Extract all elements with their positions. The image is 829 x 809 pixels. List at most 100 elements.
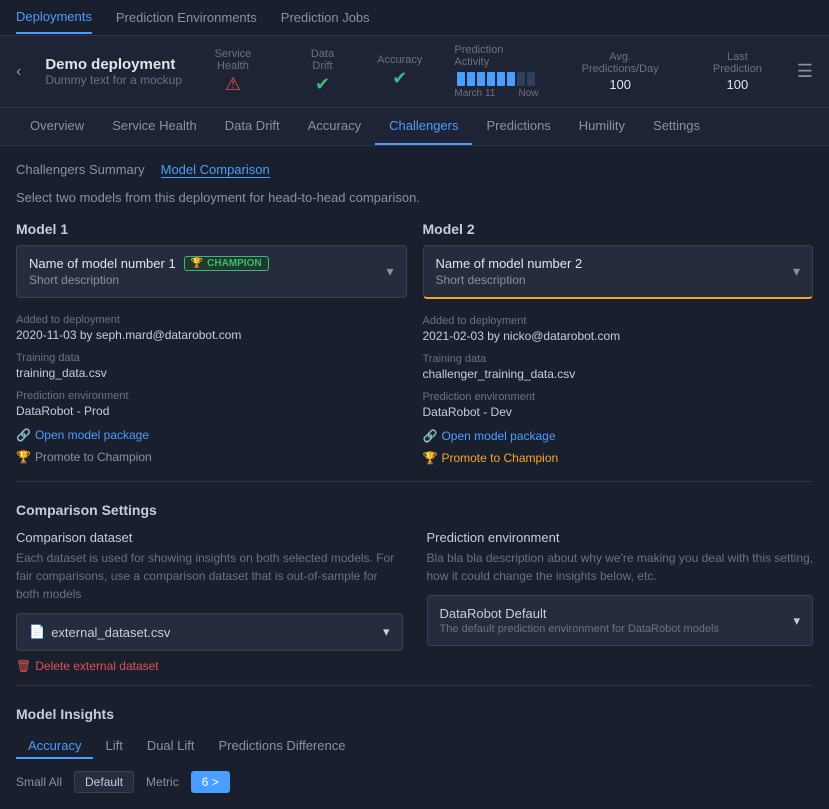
data-drift-metric: Data Drift ✔ xyxy=(300,48,345,95)
insight-small-all-label: Small All xyxy=(16,775,62,789)
insight-tab-dual-lift[interactable]: Dual Lift xyxy=(135,734,207,759)
last-prediction-value: 100 xyxy=(702,77,773,92)
model1-chevron-icon: ▾ xyxy=(386,263,393,280)
model2-predenv-label: Prediction environment xyxy=(423,391,814,403)
model2-added-value: 2021-02-03 by nicko@datarobot.com xyxy=(423,329,814,343)
dataset-value: external_dataset.csv xyxy=(51,625,170,640)
model1-promote-link: 🏆 Promote to Champion xyxy=(16,450,407,464)
model1-selector-header[interactable]: Name of model number 1 🏆 CHAMPION Short … xyxy=(17,246,406,297)
data-drift-label: Data Drift xyxy=(300,48,345,72)
tab-service-health[interactable]: Service Health xyxy=(98,108,211,145)
hamburger-menu[interactable]: ☰ xyxy=(797,61,813,82)
model2-open-link[interactable]: 🔗 Open model package xyxy=(423,429,814,443)
trash-icon: 🗑 xyxy=(16,659,31,673)
accuracy-metric: Accuracy ✔ xyxy=(377,54,422,89)
bar-4 xyxy=(487,72,495,86)
env-chevron-icon: ▾ xyxy=(793,613,800,629)
prediction-env-column: Prediction environment Bla bla bla descr… xyxy=(427,530,814,673)
service-health-label: Service Health xyxy=(198,48,268,72)
insight-tabs: Accuracy Lift Dual Lift Predictions Diff… xyxy=(16,734,813,759)
prediction-activity-bars xyxy=(457,72,535,86)
insight-default-pill[interactable]: Default xyxy=(74,771,134,793)
model1-selector[interactable]: Name of model number 1 🏆 CHAMPION Short … xyxy=(16,245,407,298)
model1-details: Added to deployment 2020-11-03 by seph.m… xyxy=(16,310,407,468)
env-selector[interactable]: DataRobot Default The default prediction… xyxy=(427,595,814,646)
model2-training-value: challenger_training_data.csv xyxy=(423,367,814,381)
model2-title: Model 2 xyxy=(423,221,814,237)
model2-promote-label: Promote to Champion xyxy=(441,451,558,465)
link-icon-1: 🔗 xyxy=(16,428,31,442)
avg-predictions-label: Avg. Predictions/Day xyxy=(570,51,669,75)
avg-predictions-metric: Avg. Predictions/Day 100 xyxy=(570,51,669,92)
nav-deployments[interactable]: Deployments xyxy=(16,1,92,34)
model2-description: Short description xyxy=(436,273,793,287)
model-insights-title: Model Insights xyxy=(16,706,813,722)
settings-columns: Comparison dataset Each dataset is used … xyxy=(16,530,813,673)
dataset-chevron-icon: ▾ xyxy=(383,624,390,640)
bar-2 xyxy=(467,72,475,86)
model2-promote-link[interactable]: 🏆 Promote to Champion xyxy=(423,451,814,465)
bar-1 xyxy=(457,72,465,86)
service-health-metric: Service Health ⚠ xyxy=(198,48,268,95)
model2-open-label: Open model package xyxy=(441,429,555,443)
divider-1 xyxy=(16,481,813,482)
model2-added-row: Added to deployment 2021-02-03 by nicko@… xyxy=(423,315,814,343)
model1-predenv-label: Prediction environment xyxy=(16,390,407,402)
data-drift-icon: ✔ xyxy=(300,74,345,95)
nav-prediction-jobs[interactable]: Prediction Jobs xyxy=(281,2,370,33)
insight-tab-accuracy[interactable]: Accuracy xyxy=(16,734,93,759)
delete-dataset-link[interactable]: 🗑 Delete external dataset xyxy=(16,659,403,673)
dataset-name: 📄 external_dataset.csv xyxy=(29,624,170,640)
tab-settings[interactable]: Settings xyxy=(639,108,714,145)
model1-champion-badge: 🏆 CHAMPION xyxy=(184,256,269,271)
bar-5 xyxy=(497,72,505,86)
header-metrics: Service Health ⚠ Data Drift ✔ Accuracy ✔… xyxy=(198,44,773,99)
model1-added-row: Added to deployment 2020-11-03 by seph.m… xyxy=(16,314,407,342)
challengers-summary-link[interactable]: Challengers Summary xyxy=(16,162,145,178)
model1-training-row: Training data training_data.csv xyxy=(16,352,407,380)
tab-overview[interactable]: Overview xyxy=(16,108,98,145)
tab-predictions[interactable]: Predictions xyxy=(472,108,564,145)
env-selector-left: DataRobot Default The default prediction… xyxy=(440,606,719,635)
model2-selector[interactable]: Name of model number 2 Short description… xyxy=(423,245,814,299)
nav-prediction-environments[interactable]: Prediction Environments xyxy=(116,2,257,33)
deployment-title: Demo deployment Dummy text for a mockup xyxy=(45,56,182,87)
model2-added-label: Added to deployment xyxy=(423,315,814,327)
model1-added-label: Added to deployment xyxy=(16,314,407,326)
tab-data-drift[interactable]: Data Drift xyxy=(211,108,294,145)
trophy-icon-2: 🏆 xyxy=(423,451,438,465)
last-prediction-label: Last Prediction xyxy=(702,51,773,75)
insight-controls: Small All Default Metric 6 > xyxy=(16,771,813,793)
insight-metric-value[interactable]: 6 > xyxy=(191,771,230,793)
tab-challengers[interactable]: Challengers xyxy=(375,108,472,145)
sub-nav: Overview Service Health Data Drift Accur… xyxy=(0,108,829,146)
back-button[interactable]: ‹ xyxy=(16,63,21,81)
deployment-name: Demo deployment xyxy=(45,56,182,73)
deployment-subtitle: Dummy text for a mockup xyxy=(45,73,182,87)
model2-predenv-row: Prediction environment DataRobot - Dev xyxy=(423,391,814,419)
model1-name: Name of model number 1 xyxy=(29,256,176,271)
tab-accuracy[interactable]: Accuracy xyxy=(294,108,375,145)
prediction-activity-dates: March 11 Now xyxy=(454,88,538,99)
bar-6 xyxy=(507,72,515,86)
insight-tab-lift[interactable]: Lift xyxy=(93,734,134,759)
accuracy-label: Accuracy xyxy=(377,54,422,66)
bar-3 xyxy=(477,72,485,86)
model1-description: Short description xyxy=(29,273,386,287)
model1-open-link[interactable]: 🔗 Open model package xyxy=(16,428,407,442)
model-insights: Model Insights Accuracy Lift Dual Lift P… xyxy=(16,706,813,793)
model2-training-row: Training data challenger_training_data.c… xyxy=(423,353,814,381)
dataset-selector[interactable]: 📄 external_dataset.csv ▾ xyxy=(16,613,403,651)
file-icon: 📄 xyxy=(29,624,45,640)
tab-humility[interactable]: Humility xyxy=(565,108,639,145)
link-icon-2: 🔗 xyxy=(423,429,438,443)
model2-column: Model 2 Name of model number 2 Short des… xyxy=(423,221,814,469)
model2-details: Added to deployment 2021-02-03 by nicko@… xyxy=(423,311,814,469)
model-comparison-columns: Model 1 Name of model number 1 🏆 CHAMPIO… xyxy=(16,221,813,469)
model-comparison-link[interactable]: Model Comparison xyxy=(161,162,270,178)
model2-selector-header[interactable]: Name of model number 2 Short description… xyxy=(424,246,813,297)
comparison-subtitle: Select two models from this deployment f… xyxy=(16,190,813,205)
model2-predenv-value: DataRobot - Dev xyxy=(423,405,814,419)
insight-tab-predictions-diff[interactable]: Predictions Difference xyxy=(207,734,358,759)
deployment-header: ‹ Demo deployment Dummy text for a mocku… xyxy=(0,36,829,108)
